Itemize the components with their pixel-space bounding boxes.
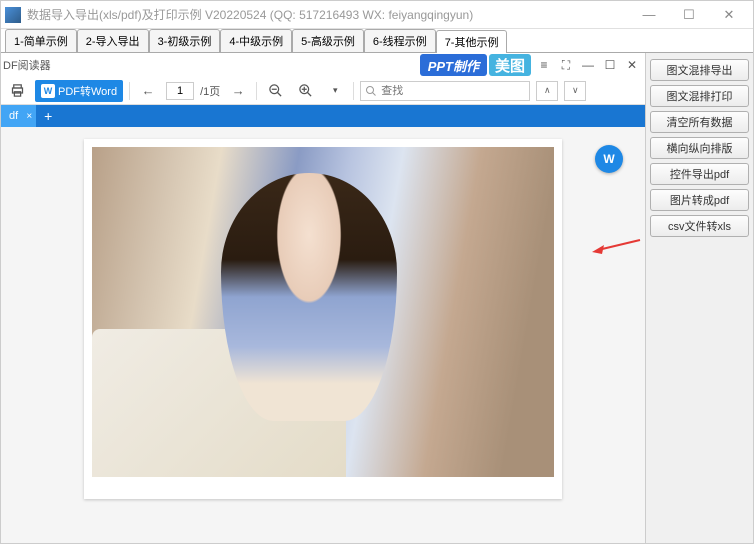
tab-5[interactable]: 6-线程示例 — [364, 29, 436, 52]
main-tabs: 1-简单示例2-导入导出3-初级示例4-中级示例5-高级示例6-线程示例7-其他… — [1, 29, 753, 53]
badge-ppt[interactable]: PPT制作 — [420, 54, 487, 76]
pdf-viewer[interactable]: W — [1, 127, 645, 543]
menu-button[interactable]: ≡ — [533, 54, 555, 76]
reader-header: DF阅读器 PPT制作 美图 ≡ ⛶ — ☐ ✕ — [1, 53, 645, 77]
zoom-dropdown-button[interactable]: ▾ — [323, 80, 347, 102]
document-tab[interactable]: df × — [1, 105, 36, 127]
sidebar-button-3[interactable]: 横向纵向排版 — [650, 137, 749, 159]
toolbar: W PDF转Word ← /1页 → ▾ ∧ ∨ — [1, 77, 645, 105]
tab-0[interactable]: 1-简单示例 — [5, 29, 77, 52]
window-title: 数据导入导出(xls/pdf)及打印示例 V20220524 (QQ: 5172… — [27, 6, 629, 23]
fullscreen-button[interactable]: ⛶ — [555, 54, 577, 76]
search-icon — [365, 85, 377, 97]
reader-maximize-button[interactable]: ☐ — [599, 54, 621, 76]
new-tab-button[interactable]: + — [36, 105, 60, 127]
sidebar: 图文混排导出图文混排打印清空所有数据横向纵向排版控件导出pdf 图片转成pdf cs… — [645, 53, 753, 543]
tab-1[interactable]: 2-导入导出 — [77, 29, 149, 52]
close-button[interactable]: ✕ — [709, 2, 749, 28]
reader-close-button[interactable]: ✕ — [621, 54, 643, 76]
pdf-page — [84, 139, 562, 499]
page-total-label: /1页 — [200, 83, 220, 99]
document-tabs: df × + — [1, 105, 645, 127]
sidebar-button-4[interactable]: 控件导出pdf — [650, 163, 749, 185]
search-input[interactable] — [381, 85, 525, 97]
app-icon — [5, 7, 21, 23]
sidebar-button-0[interactable]: 图文混排导出 — [650, 59, 749, 81]
sidebar-button-1[interactable]: 图文混排打印 — [650, 85, 749, 107]
print-icon — [10, 83, 25, 98]
reader-title: DF阅读器 — [3, 57, 51, 73]
tab-2[interactable]: 3-初级示例 — [149, 29, 221, 52]
photo-content — [92, 147, 554, 477]
titlebar: 数据导入导出(xls/pdf)及打印示例 V20220524 (QQ: 5172… — [1, 1, 753, 29]
reader-minimize-button[interactable]: — — [577, 54, 599, 76]
maximize-button[interactable]: ☐ — [669, 2, 709, 28]
zoom-out-button[interactable] — [263, 80, 287, 102]
search-box[interactable] — [360, 81, 530, 101]
badge-meitu[interactable]: 美图 — [489, 54, 531, 76]
document-tab-label: df — [9, 110, 18, 122]
zoom-out-icon — [268, 83, 283, 98]
sidebar-button-5[interactable]: 图片转成pdf — [650, 189, 749, 211]
next-page-button[interactable]: → — [226, 80, 250, 102]
tab-6[interactable]: 7-其他示例 — [436, 30, 508, 53]
pdf-to-word-label: PDF转Word — [58, 83, 117, 99]
minimize-button[interactable]: — — [629, 2, 669, 28]
print-button[interactable] — [5, 80, 29, 102]
zoom-in-button[interactable] — [293, 80, 317, 102]
zoom-in-icon — [298, 83, 313, 98]
separator — [256, 82, 257, 100]
pdf-to-word-button[interactable]: W PDF转Word — [35, 80, 123, 102]
document-tab-close[interactable]: × — [26, 111, 32, 122]
tab-4[interactable]: 5-高级示例 — [292, 29, 364, 52]
word-float-button[interactable]: W — [595, 145, 623, 173]
sidebar-button-6[interactable]: csv文件转xls — [650, 215, 749, 237]
tab-3[interactable]: 4-中级示例 — [220, 29, 292, 52]
prev-page-button[interactable]: ← — [136, 80, 160, 102]
search-next-button[interactable]: ∨ — [564, 81, 586, 101]
search-prev-button[interactable]: ∧ — [536, 81, 558, 101]
word-icon: W — [41, 84, 55, 98]
page-number-input[interactable] — [166, 82, 194, 100]
sidebar-button-2[interactable]: 清空所有数据 — [650, 111, 749, 133]
separator — [129, 82, 130, 100]
separator — [353, 82, 354, 100]
